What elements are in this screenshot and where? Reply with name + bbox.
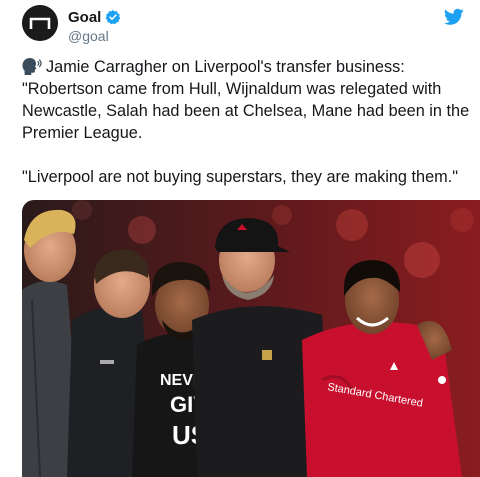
account-handle[interactable]: @goal (68, 28, 109, 44)
tweet-photo[interactable]: NEVER GIVE US Standard C (22, 200, 480, 477)
tweet-text-line-3: Newcastle, Salah had been at Chelsea, Ma… (22, 102, 470, 120)
tweet-text-line-2: "Robertson came from Hull, Wijnaldum was… (22, 80, 442, 98)
goal-avatar[interactable] (22, 5, 58, 41)
speaking-head-icon (22, 58, 42, 75)
goal-logo-icon (22, 5, 58, 41)
twitter-bird-icon[interactable] (444, 8, 464, 26)
tweet-text: Jamie Carragher on Liverpool's transfer … (22, 56, 472, 188)
tweet-quote: "Liverpool are not buying superstars, th… (22, 168, 459, 186)
tweet-card: Goal @goal Jamie Carragher on Liverpool'… (0, 0, 480, 477)
tweet-text-line-1: Jamie Carragher on Liverpool's transfer … (46, 58, 405, 76)
celebration-photo: NEVER GIVE US Standard C (22, 200, 480, 477)
tweet-text-line-4: Premier League. (22, 124, 143, 142)
tweet-line-1: Jamie Carragher on Liverpool's transfer … (22, 56, 472, 78)
display-name[interactable]: Goal (68, 9, 101, 26)
author-name-row: Goal (68, 7, 121, 27)
verified-badge-icon (105, 10, 121, 25)
